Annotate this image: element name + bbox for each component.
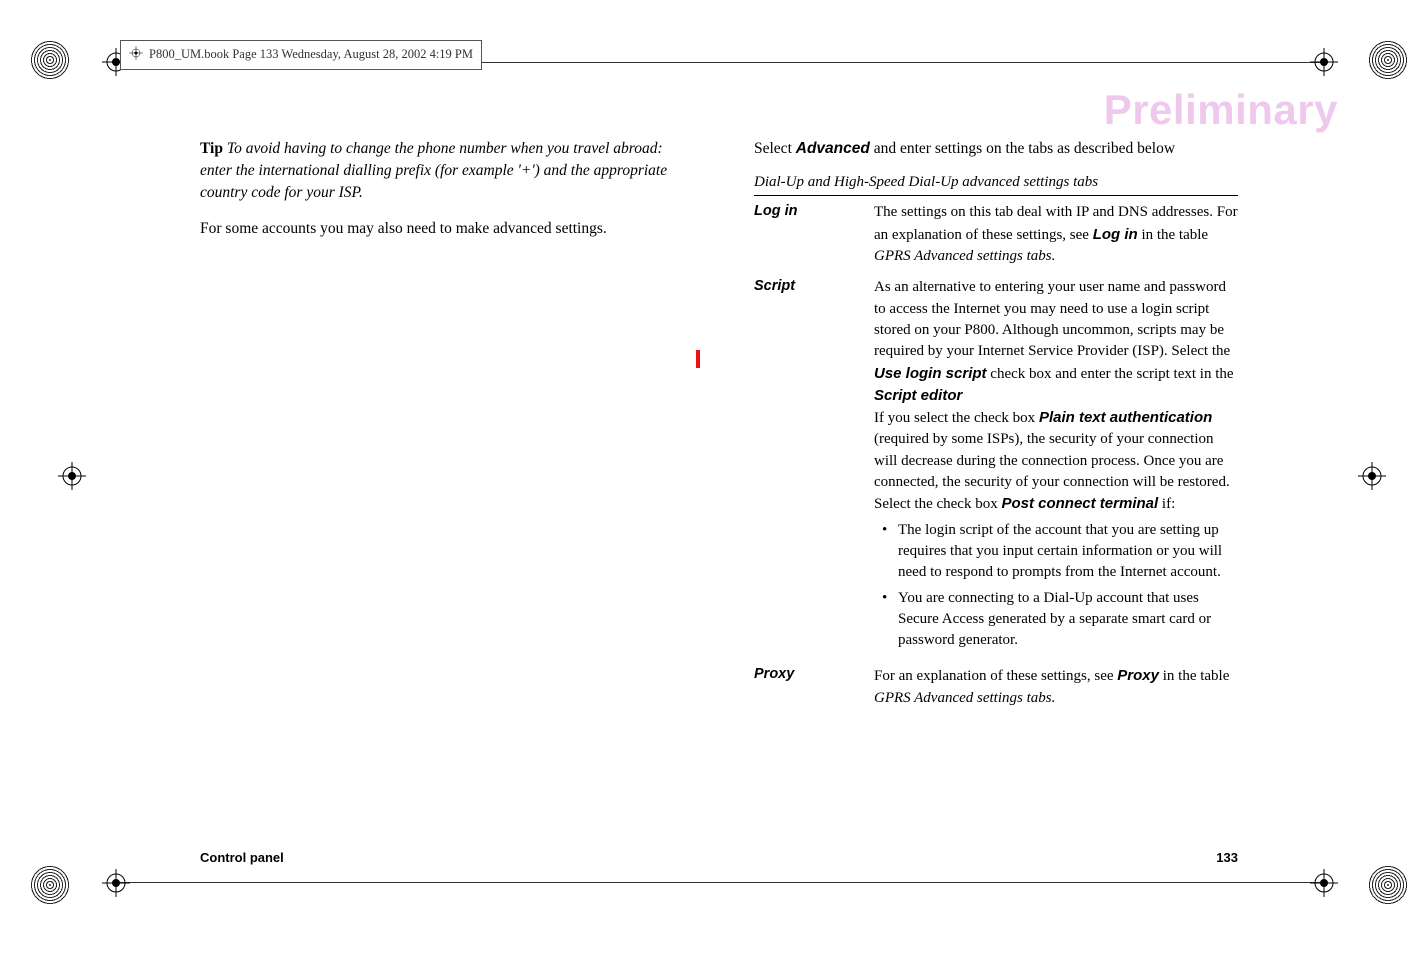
script-conditions-list: The login script of the account that you… xyxy=(874,520,1238,652)
intro-paragraph: Select Advanced and enter settings on th… xyxy=(754,138,1238,160)
script-p3-pre: Select the check box xyxy=(874,496,1001,512)
page-footer: Control panel 133 xyxy=(200,850,1238,865)
list-item: You are connecting to a Dial-Up account … xyxy=(888,588,1238,652)
table-row: Script As an alternative to entering you… xyxy=(754,277,1238,655)
script-p3-post: if: xyxy=(1158,496,1175,512)
script-editor-label: Script editor xyxy=(874,387,962,404)
advanced-settings-note: For some accounts you may also need to m… xyxy=(200,218,684,240)
page-body: Tip To avoid having to change the phone … xyxy=(200,138,1238,845)
reg-mark-bottom-right xyxy=(1368,865,1408,905)
watermark-preliminary: Preliminary xyxy=(1104,86,1338,134)
script-post-connect-terminal: Post connect terminal xyxy=(1001,495,1158,512)
crosshair-icon xyxy=(1310,48,1338,76)
list-item: The login script of the account that you… xyxy=(888,520,1238,584)
reg-mark-bottom-left xyxy=(30,865,70,905)
left-column: Tip To avoid having to change the phone … xyxy=(200,138,684,845)
proxy-italic-ref: GPRS Advanced settings tabs. xyxy=(874,690,1055,706)
row-label-login: Log in xyxy=(754,202,856,267)
crosshair-icon xyxy=(1358,462,1386,490)
script-p2-post: (required by some ISPs), the security of… xyxy=(874,431,1230,490)
login-bold-ref: Log in xyxy=(1093,226,1138,243)
settings-table-title: Dial-Up and High-Speed Dial-Up advanced … xyxy=(754,174,1238,191)
crop-line-bottom xyxy=(115,882,1323,883)
crosshair-icon xyxy=(102,869,130,897)
tip-body: To avoid having to change the phone numb… xyxy=(200,140,667,201)
crosshair-icon xyxy=(58,462,86,490)
crosshair-icon xyxy=(129,46,143,64)
book-file-header: P800_UM.book Page 133 Wednesday, August … xyxy=(120,40,482,70)
row-label-proxy: Proxy xyxy=(754,665,856,709)
footer-section-title: Control panel xyxy=(200,850,284,865)
proxy-bold-ref: Proxy xyxy=(1117,667,1159,684)
script-p1-mid1: check box and enter the script text in t… xyxy=(987,366,1234,382)
crosshair-icon xyxy=(1310,869,1338,897)
tip-label: Tip xyxy=(200,140,223,157)
footer-page-number: 133 xyxy=(1216,850,1238,865)
script-p1-pre: As an alternative to entering your user … xyxy=(874,279,1230,359)
proxy-text-mid: in the table xyxy=(1159,668,1229,684)
table-row: Proxy For an explanation of these settin… xyxy=(754,665,1238,709)
row-label-script: Script xyxy=(754,277,856,655)
row-desc-login: The settings on this tab deal with IP an… xyxy=(874,202,1238,267)
intro-advanced-label: Advanced xyxy=(796,140,870,157)
divider xyxy=(754,195,1238,196)
reg-mark-top-right xyxy=(1368,40,1408,80)
intro-post: and enter settings on the tabs as descri… xyxy=(870,140,1175,157)
login-text-mid: in the table xyxy=(1138,227,1208,243)
proxy-text-pre: For an explanation of these settings, se… xyxy=(874,668,1117,684)
row-desc-script: As an alternative to entering your user … xyxy=(874,277,1238,655)
tip-paragraph: Tip To avoid having to change the phone … xyxy=(200,138,684,204)
script-plain-text-auth: Plain text authentication xyxy=(1039,409,1212,426)
script-p2-pre: If you select the check box xyxy=(874,410,1039,426)
book-file-header-text: P800_UM.book Page 133 Wednesday, August … xyxy=(149,47,473,62)
intro-pre: Select xyxy=(754,140,796,157)
script-use-login-script: Use login script xyxy=(874,365,987,382)
row-desc-proxy: For an explanation of these settings, se… xyxy=(874,665,1238,709)
right-column: Select Advanced and enter settings on th… xyxy=(754,138,1238,845)
reg-mark-top-left xyxy=(30,40,70,80)
table-row: Log in The settings on this tab deal wit… xyxy=(754,202,1238,267)
login-italic-ref: GPRS Advanced settings tabs. xyxy=(874,248,1055,264)
